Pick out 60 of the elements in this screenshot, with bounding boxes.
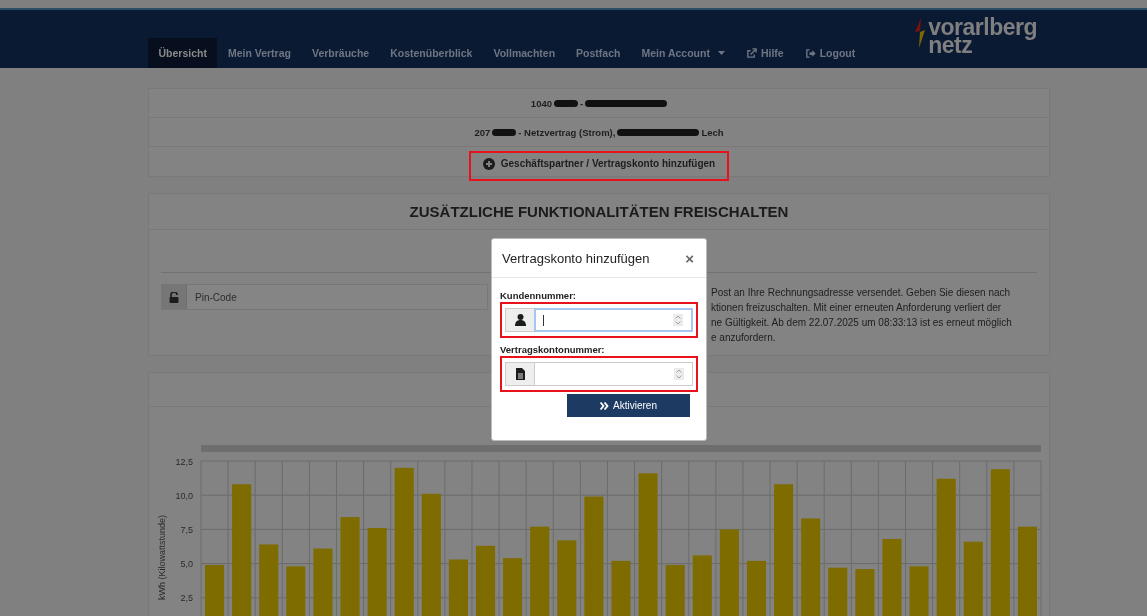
nav-link[interactable]: Hilfe: [735, 38, 795, 68]
chart-bar: [259, 544, 279, 616]
padlock-icon: [169, 291, 179, 303]
redaction-scribble: [492, 128, 517, 136]
chart-bar: [503, 558, 523, 616]
external-link-icon: [745, 47, 757, 59]
chart-bar: [746, 560, 767, 616]
chart-bar: [448, 559, 468, 616]
chart-bar: [665, 564, 685, 616]
contract-text: - Netzvertrag (Strom),: [518, 126, 616, 138]
double-chevron-icon: [600, 401, 610, 410]
nav-link[interactable]: Übersicht: [148, 38, 218, 68]
axis-title: kWh (Kilowattstunde): [157, 514, 167, 600]
info-text: ne Gültigkeit. Ab dem 22.07.2025 um 08:33:13 ist es erneut möglich: [711, 316, 1012, 330]
chart-bar: [205, 564, 225, 616]
field-label: Kundennummer:: [500, 290, 577, 301]
activate-button[interactable]: Aktivieren: [567, 394, 690, 417]
contract-text: 1040: [530, 97, 552, 109]
contract-text: 207: [474, 126, 491, 138]
chart-bar: [855, 569, 875, 616]
contract-text: Lech: [701, 126, 724, 138]
logout-icon: [804, 47, 816, 59]
number-input[interactable]: [534, 308, 693, 332]
info-text: Post an Ihre Rechnungsadresse versendet. Geben Sie diesen nach: [711, 286, 1012, 300]
field-label: Vertragskontonummer:: [500, 344, 606, 355]
nav-link[interactable]: Logout: [794, 38, 866, 68]
add-account-link[interactable]: Geschäftspartner / Vertragskonto hinzufügen: [482, 157, 716, 170]
chart-bar: [475, 545, 496, 616]
chart-bar: [692, 555, 712, 616]
info-text: ktionen freizuschalten. Mit einer erneuten Anforderung verliert der: [711, 301, 1003, 315]
spinner-icon: [674, 368, 684, 380]
caret-icon: [717, 51, 725, 55]
chart-bar: [828, 567, 848, 616]
pin-code-field[interactable]: Pin-Code: [187, 284, 488, 310]
redaction-scribble: [554, 99, 578, 107]
info-text: e anzufordern.: [711, 331, 777, 345]
axis-tick-label: 7,5: [180, 524, 193, 535]
modal-title: Vertragskonto hinzufügen: [502, 250, 650, 266]
nav-link[interactable]: Kostenüberblick: [379, 38, 483, 68]
chart-bar: [611, 560, 631, 616]
plus-circle-icon: [482, 157, 495, 170]
chart-bar: [909, 566, 929, 616]
nav-link[interactable]: Postfach: [565, 38, 631, 68]
axis-tick-label: 5,0: [180, 559, 193, 570]
axis-tick-label: 10,0: [175, 490, 193, 501]
nav-link[interactable]: Mein Account: [630, 38, 736, 68]
axis-tick-label: 2,5: [180, 593, 193, 604]
chart-bar: [286, 566, 306, 616]
nav-link[interactable]: Vollmachten: [482, 38, 566, 68]
nav-link[interactable]: Mein Vertrag: [217, 38, 302, 68]
number-input[interactable]: [534, 362, 693, 386]
document-icon: [515, 368, 525, 380]
axis-tick-label: 12,5: [175, 456, 193, 467]
chart-bar: [313, 548, 333, 616]
panel-heading: ZUSÄTZLICHE FUNKTIONALITÄTEN FREISCHALTEN: [149, 194, 1049, 230]
nav-link[interactable]: Verbräuche: [301, 38, 380, 68]
spinner-icon: [673, 314, 683, 326]
contract-text: -: [580, 97, 584, 109]
person-icon: [514, 314, 526, 326]
close-button[interactable]: ×: [683, 249, 696, 267]
